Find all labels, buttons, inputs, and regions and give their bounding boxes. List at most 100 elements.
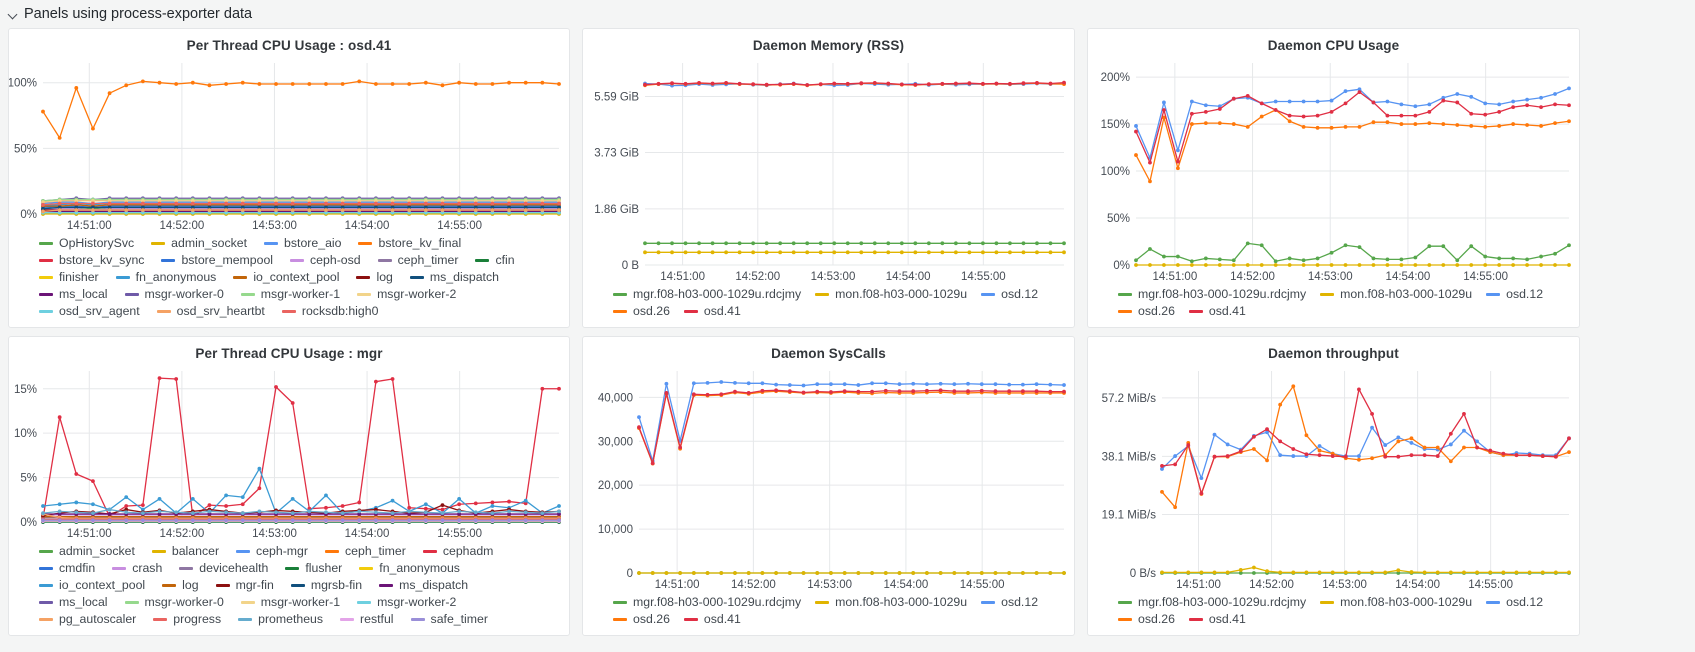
legend-item[interactable]: OpHistorySvc xyxy=(39,236,134,250)
legend-color-swatch xyxy=(356,275,371,279)
legend-item[interactable]: crash xyxy=(112,561,162,575)
legend-item[interactable]: mon.f08-h03-000-1029u xyxy=(815,595,967,609)
panel-daemon-syscalls[interactable]: Daemon SysCalls 0 10,000 20,000 30,000 40,00… xyxy=(582,336,1075,636)
legend-item[interactable]: mgr.f08-h03-000-1029u.rdcjmy xyxy=(1118,595,1306,609)
panel-legend[interactable]: admin_socket balancer ceph-mgr ceph_timer ce… xyxy=(9,542,569,635)
dashboard-row-header[interactable]: Panels using process-exporter data xyxy=(0,0,1695,28)
legend-item[interactable]: io_context_pool xyxy=(39,578,145,592)
legend-item[interactable]: ms_local xyxy=(39,595,108,609)
legend-item[interactable]: devicehealth xyxy=(179,561,268,575)
legend-item[interactable]: mgr.f08-h03-000-1029u.rdcjmy xyxy=(1118,287,1306,301)
legend-label: devicehealth xyxy=(199,561,269,575)
legend-item[interactable]: mgr-fin xyxy=(215,578,274,592)
legend-label: ms_local xyxy=(59,287,108,301)
legend-item[interactable]: ms_dispatch xyxy=(379,578,468,592)
legend-item[interactable]: osd.41 xyxy=(1188,304,1246,318)
svg-text:5%: 5% xyxy=(20,473,37,485)
legend-item[interactable]: msgr-worker-2 xyxy=(357,595,456,609)
panel-legend[interactable]: mgr.f08-h03-000-1029u.rdcjmy mon.f08-h03-… xyxy=(583,285,1074,327)
legend-item[interactable]: osd.41 xyxy=(683,304,741,318)
legend-label: mgr-fin xyxy=(235,578,274,592)
legend-item[interactable]: safe_timer xyxy=(410,612,488,626)
plot-area[interactable]: 0% 50% 100% 14:51:00 14:52:00 14:53:00 14:54:0… xyxy=(9,53,569,234)
panel-legend[interactable]: mgr.f08-h03-000-1029u.rdcjmy mon.f08-h03-… xyxy=(583,593,1074,635)
legend-item[interactable]: msgr-worker-2 xyxy=(357,287,456,301)
panel-daemon-memory-rss[interactable]: Daemon Memory (RSS) 0 B 1.86 GiB 3.73 GiB 5… xyxy=(582,28,1075,328)
svg-text:14:53:00: 14:53:00 xyxy=(807,579,852,591)
legend-item[interactable]: admin_socket xyxy=(39,544,135,558)
panel-per-thread-cpu-osd41[interactable]: Per Thread CPU Usage : osd.41 0% 50% 100% 1… xyxy=(8,28,570,328)
legend-item[interactable]: ms_local xyxy=(39,287,108,301)
legend-color-swatch xyxy=(236,549,251,553)
legend-item[interactable]: bstore_kv_final xyxy=(358,236,461,250)
panel-daemon-cpu-usage[interactable]: Daemon CPU Usage 0% 50% 100% 150% 200% 14:51:… xyxy=(1087,28,1580,328)
legend-item[interactable]: osd.12 xyxy=(981,595,1038,609)
panel-daemon-throughput[interactable]: Daemon throughput 0 B/s 19.1 MiB/s 38.1 Mi… xyxy=(1087,336,1580,636)
legend-item[interactable]: flusher xyxy=(285,561,342,575)
legend-color-swatch xyxy=(39,309,53,313)
plot-area[interactable]: 0 B/s 19.1 MiB/s 38.1 MiB/s 57.2 MiB/s 14:51… xyxy=(1088,361,1579,593)
legend-item[interactable]: osd.12 xyxy=(1486,595,1543,609)
legend-item[interactable]: osd.26 xyxy=(613,612,670,626)
legend-item[interactable]: prometheus xyxy=(238,612,323,626)
legend-item[interactable]: admin_socket xyxy=(151,236,247,250)
panel-per-thread-cpu-mgr[interactable]: Per Thread CPU Usage : mgr 0% 5% 10% 15% 14:… xyxy=(8,336,570,636)
legend-item[interactable]: cfin xyxy=(475,253,515,267)
legend-item[interactable]: cmdfin xyxy=(39,561,95,575)
plot-area[interactable]: 0% 50% 100% 150% 200% 14:51:00 14:52:00 14:53:0… xyxy=(1088,53,1579,285)
legend-item[interactable]: osd.12 xyxy=(1486,287,1543,301)
plot-area[interactable]: 0 B 1.86 GiB 3.73 GiB 5.59 GiB 14:51:00 14:52… xyxy=(583,53,1074,285)
legend-item[interactable]: restful xyxy=(340,612,394,626)
legend-item[interactable]: osd.12 xyxy=(981,287,1038,301)
legend-item[interactable]: cephadm xyxy=(422,544,494,558)
legend-label: osd.41 xyxy=(703,612,741,626)
legend-item[interactable]: log xyxy=(162,578,199,592)
legend-item[interactable]: progress xyxy=(153,612,221,626)
legend-item[interactable]: msgr-worker-1 xyxy=(240,287,340,301)
legend-item[interactable]: osd_srv_heartbt xyxy=(156,304,265,318)
panel-legend[interactable]: mgr.f08-h03-000-1029u.rdcjmy mon.f08-h03-… xyxy=(1088,285,1579,327)
legend-item[interactable]: io_context_pool xyxy=(233,270,339,284)
legend-item[interactable]: pg_autoscaler xyxy=(39,612,136,626)
legend-item[interactable]: msgr-worker-0 xyxy=(124,287,224,301)
legend-item[interactable]: balancer xyxy=(151,544,219,558)
legend-item[interactable]: mgr.f08-h03-000-1029u.rdcjmy xyxy=(613,287,801,301)
legend-item[interactable]: osd.26 xyxy=(1118,612,1175,626)
legend-item[interactable]: rocksdb:high0 xyxy=(281,304,378,318)
legend-item[interactable]: osd.26 xyxy=(1118,304,1175,318)
legend-item[interactable]: fn_anonymous xyxy=(115,270,216,284)
legend-label: bstore_mempool xyxy=(181,253,274,267)
legend-item[interactable]: mon.f08-h03-000-1029u xyxy=(1320,287,1472,301)
legend-item[interactable]: log xyxy=(356,270,393,284)
plot-area[interactable]: 0 10,000 20,000 30,000 40,000 14:51:00 14:52:0… xyxy=(583,361,1074,593)
legend-label: msgr-worker-2 xyxy=(377,595,457,609)
panel-legend[interactable]: OpHistorySvc admin_socket bstore_aio bstore… xyxy=(9,234,569,327)
legend-item[interactable]: mgrsb-fin xyxy=(290,578,362,592)
legend-item[interactable]: mgr.f08-h03-000-1029u.rdcjmy xyxy=(613,595,801,609)
legend-item[interactable]: mon.f08-h03-000-1029u xyxy=(815,287,967,301)
chevron-down-icon[interactable] xyxy=(8,9,18,19)
legend-item[interactable]: fn_anonymous xyxy=(359,561,460,575)
legend-item[interactable]: ceph_timer xyxy=(377,253,458,267)
legend-item[interactable]: ms_dispatch xyxy=(409,270,499,284)
plot-area[interactable]: 0% 5% 10% 15% 14:51:00 14:52:00 14:53:00 14:54:… xyxy=(9,361,569,542)
legend-item[interactable]: msgr-worker-0 xyxy=(124,595,224,609)
legend-item[interactable]: finisher xyxy=(39,270,99,284)
legend-item[interactable]: ceph-mgr xyxy=(236,544,308,558)
legend-item[interactable]: osd.26 xyxy=(613,304,670,318)
legend-label: cephadm xyxy=(442,544,494,558)
legend-item[interactable]: bstore_kv_sync xyxy=(39,253,144,267)
legend-item[interactable]: osd.41 xyxy=(683,612,741,626)
legend-item[interactable]: ceph_timer xyxy=(325,544,406,558)
dashboard-root: Panels using process-exporter data Per T… xyxy=(0,0,1695,652)
legend-item[interactable]: osd_srv_agent xyxy=(39,304,140,318)
svg-text:20,000: 20,000 xyxy=(598,480,633,492)
legend-item[interactable]: osd.41 xyxy=(1188,612,1246,626)
legend-item[interactable]: mon.f08-h03-000-1029u xyxy=(1320,595,1472,609)
legend-item[interactable]: bstore_mempool xyxy=(161,253,273,267)
legend-color-swatch xyxy=(359,566,374,570)
panel-legend[interactable]: mgr.f08-h03-000-1029u.rdcjmy mon.f08-h03-… xyxy=(1088,593,1579,635)
legend-item[interactable]: msgr-worker-1 xyxy=(240,595,340,609)
legend-item[interactable]: bstore_aio xyxy=(264,236,341,250)
legend-item[interactable]: ceph-osd xyxy=(290,253,361,267)
